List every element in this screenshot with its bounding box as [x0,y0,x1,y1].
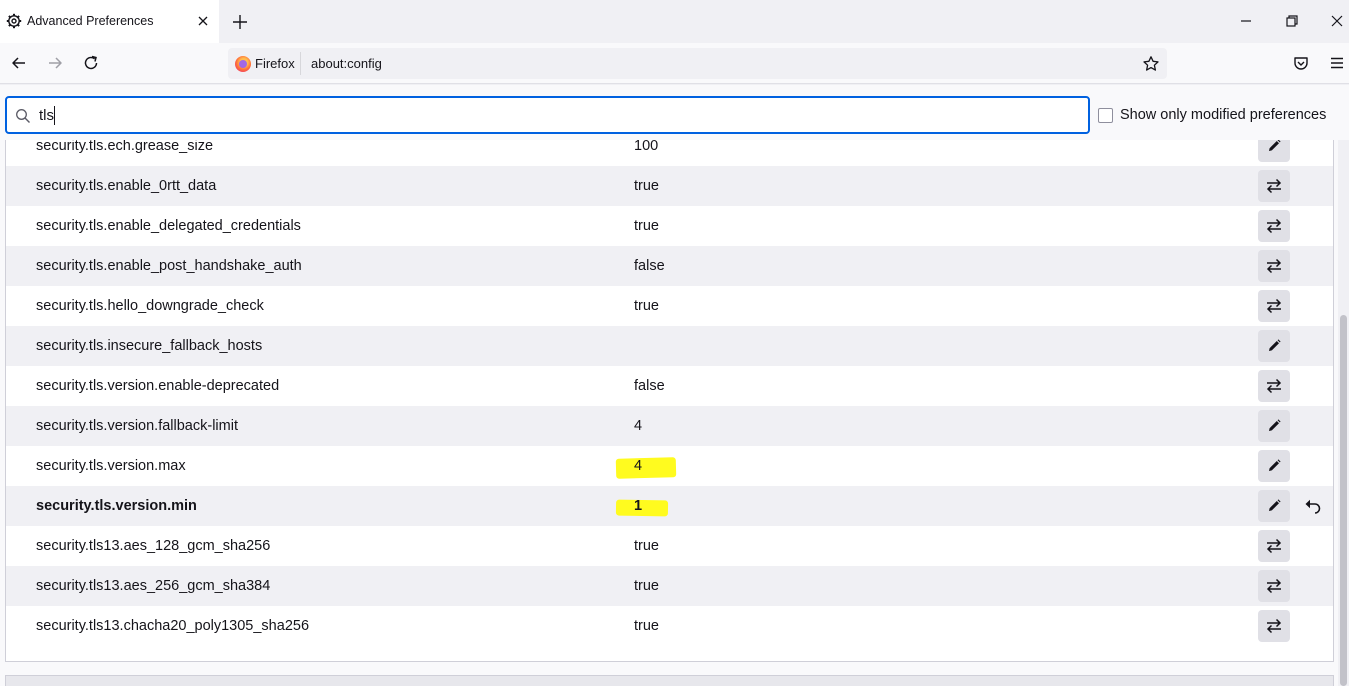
reload-icon[interactable] [82,54,100,72]
pref-value: true [634,578,659,594]
pencil-icon [1269,419,1281,431]
show-modified-checkbox[interactable]: Show only modified preferences [1098,107,1326,123]
pref-value: true [634,218,659,234]
table-row[interactable]: security.tls.insecure_fallback_hosts [6,326,1333,366]
pref-name: security.tls.version.max [36,458,186,474]
search-value: tls [39,107,54,124]
table-row[interactable]: security.tls.version.enable-deprecated fa… [6,366,1333,406]
table-row[interactable]: security.tls.version.min 1 [6,486,1333,526]
pref-value: 1 [634,498,643,514]
pref-value: true [634,178,659,194]
search-icon [16,109,30,123]
edit-button[interactable] [1258,490,1290,522]
toggle-button[interactable] [1258,530,1290,562]
navigation-toolbar: Firefox about:config [0,43,1349,84]
toggle-arrows-icon [1266,298,1282,314]
window-close-icon[interactable] [1328,12,1346,30]
pref-value: false [634,258,665,274]
table-row[interactable]: security.tls.version.max 4 [6,446,1333,486]
pref-value: false [634,378,665,394]
pref-value: true [634,618,659,634]
pocket-icon[interactable] [1292,54,1310,72]
url-text[interactable]: about:config [311,56,382,71]
firefox-logo-icon [235,56,251,72]
url-separator [300,52,301,75]
pref-value: 100 [634,140,659,154]
pref-value: true [634,298,659,314]
table-row[interactable]: security.tls.hello_downgrade_check true [6,286,1333,326]
pref-name: security.tls13.aes_256_gcm_sha384 [36,578,271,594]
table-row[interactable]: security.tls13.aes_256_gcm_sha384 true [6,566,1333,606]
table-row[interactable]: security.tls.version.fallback-limit 4 [6,406,1333,446]
pref-name: security.tls13.aes_128_gcm_sha256 [36,538,271,554]
pref-name: security.tls.version.enable-deprecated [36,378,280,394]
scrollbar[interactable] [1338,140,1349,686]
close-icon[interactable] [194,12,212,30]
pref-name: security.tls.insecure_fallback_hosts [36,338,263,354]
gear-icon [6,13,22,29]
pref-value: 4 [634,418,643,434]
edit-button[interactable] [1258,410,1290,442]
toggle-arrows-icon [1266,538,1282,554]
toggle-button[interactable] [1258,570,1290,602]
scrollbar-thumb[interactable] [1340,315,1347,686]
identity-label[interactable]: Firefox [255,56,295,71]
toggle-button[interactable] [1258,290,1290,322]
toggle-arrows-icon [1266,218,1282,234]
toggle-button[interactable] [1258,210,1290,242]
undo-icon[interactable] [1304,498,1322,514]
table-row[interactable]: security.tls.enable_post_handshake_auth f… [6,246,1333,286]
pencil-icon [1269,459,1281,471]
highlight-mark [615,457,677,479]
pref-name: security.tls.enable_delegated_credential… [36,218,301,234]
toggle-button[interactable] [1258,170,1290,202]
plus-icon[interactable] [230,12,250,32]
forward-arrow-icon[interactable] [46,54,64,72]
hamburger-menu-icon[interactable] [1328,54,1346,72]
minimize-icon[interactable] [1237,12,1255,30]
tab-title: Advanced Preferences [27,14,154,28]
table-row[interactable]: security.tls13.chacha20_poly1305_sha256 t… [6,606,1333,646]
pref-name: security.tls.hello_downgrade_check [36,298,264,314]
pref-name: security.tls.ech.grease_size [36,140,214,154]
pencil-icon [1269,339,1281,351]
pref-value: true [634,538,659,554]
about-config-page: tls Show only modified preferences secur… [0,85,1349,686]
toggle-arrows-icon [1266,378,1282,394]
star-icon[interactable] [1142,55,1160,73]
restore-icon[interactable] [1283,12,1301,30]
toggle-arrows-icon [1266,578,1282,594]
pref-name: security.tls.enable_0rtt_data [36,178,217,194]
toggle-button[interactable] [1258,610,1290,642]
tab-advanced-preferences[interactable]: Advanced Preferences [0,0,219,43]
pencil-icon [1269,499,1281,511]
pref-name: security.tls.version.fallback-limit [36,418,238,434]
edit-button[interactable] [1258,450,1290,482]
edit-button[interactable] [1258,330,1290,362]
toggle-button[interactable] [1258,370,1290,402]
tab-bar: Advanced Preferences [0,0,1349,43]
pref-name: security.tls.enable_post_handshake_auth [36,258,302,274]
edit-button[interactable] [1258,140,1290,162]
pref-value: 4 [634,458,643,474]
url-bar[interactable]: Firefox about:config [228,48,1167,79]
pref-name: security.tls.version.min [36,498,197,514]
search-input[interactable]: tls [5,96,1090,134]
table-row[interactable]: security.tls.ech.grease_size 100 [6,140,1333,166]
pencil-icon [1269,140,1281,151]
text-caret [54,106,55,125]
table-row[interactable]: security.tls.enable_delegated_credential… [6,206,1333,246]
checkbox[interactable] [1098,107,1113,123]
show-modified-label: Show only modified preferences [1120,107,1327,123]
toggle-button[interactable] [1258,250,1290,282]
pref-name: security.tls13.chacha20_poly1305_sha256 [36,618,310,634]
toggle-arrows-icon [1266,178,1282,194]
table-row[interactable]: security.tls.enable_0rtt_data true [6,166,1333,206]
table-next-row [5,675,1334,686]
preferences-table: security.tls.ech.grease_size 100 security.… [5,140,1334,662]
toggle-arrows-icon [1266,258,1282,274]
back-arrow-icon[interactable] [10,54,28,72]
table-row[interactable]: security.tls13.aes_128_gcm_sha256 true [6,526,1333,566]
toggle-arrows-icon [1266,618,1282,634]
